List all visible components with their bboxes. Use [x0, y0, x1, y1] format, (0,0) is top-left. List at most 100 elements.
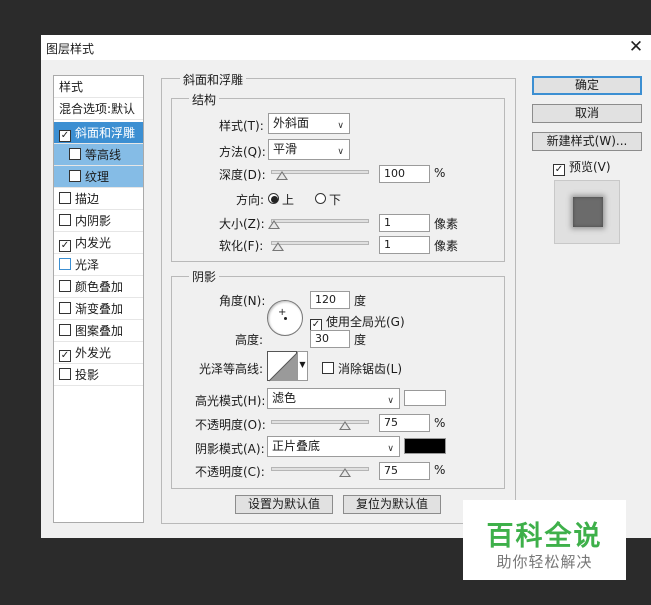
- checkbox-color-overlay[interactable]: [59, 280, 71, 292]
- depth-input[interactable]: 100: [379, 165, 430, 183]
- altitude-unit: 度: [354, 333, 367, 347]
- style-item-inner-glow[interactable]: ✓ 内发光: [54, 232, 143, 254]
- angle-dial[interactable]: +: [267, 300, 303, 336]
- style-item-outer-glow[interactable]: ✓ 外发光: [54, 342, 143, 364]
- style-item-label: 投影: [75, 368, 100, 382]
- shadow-mode-label: 阴影模式(A):: [195, 442, 265, 456]
- highlight-color-swatch[interactable]: [404, 390, 446, 406]
- depth-slider-thumb[interactable]: [276, 171, 288, 180]
- size-slider-thumb[interactable]: [268, 220, 280, 229]
- shadow-color-swatch[interactable]: [404, 438, 446, 454]
- preview-swatch: [573, 197, 603, 227]
- depth-unit: %: [434, 166, 446, 180]
- gloss-contour-icon[interactable]: [267, 351, 298, 382]
- watermark-title: 百科全说: [486, 521, 603, 552]
- size-unit: 像素: [434, 217, 459, 231]
- angle-unit: 度: [354, 294, 367, 308]
- style-item-satin[interactable]: 光泽: [54, 254, 143, 276]
- style-item-drop-shadow[interactable]: 投影: [54, 364, 143, 386]
- new-style-button[interactable]: 新建样式(W)...: [532, 132, 642, 151]
- soften-label: 软化(F):: [219, 239, 264, 253]
- style-item-label: 内阴影: [75, 214, 112, 228]
- style-item-label: 渐变叠加: [75, 302, 124, 316]
- gloss-contour-label: 光泽等高线:: [199, 362, 264, 376]
- shadow-opacity-label: 不透明度(C):: [195, 465, 265, 479]
- style-item-inner-shadow[interactable]: 内阴影: [54, 210, 143, 232]
- style-select-value: 外斜面: [273, 116, 310, 130]
- highlight-opacity-input[interactable]: 75: [379, 414, 430, 432]
- cancel-button[interactable]: 取消: [532, 104, 642, 123]
- checkbox-satin[interactable]: [59, 258, 71, 270]
- angle-input[interactable]: 120: [310, 291, 350, 309]
- preview-checkbox[interactable]: ✓: [553, 164, 565, 176]
- shadow-opacity-thumb[interactable]: [339, 468, 351, 477]
- shadow-mode-select[interactable]: 正片叠底 ∨: [267, 436, 400, 457]
- style-item-label: 图案叠加: [75, 324, 124, 338]
- altitude-input[interactable]: 30: [310, 330, 350, 348]
- anti-alias-checkbox-row[interactable]: 消除锯齿(L): [322, 360, 402, 377]
- checkbox-texture[interactable]: [69, 170, 81, 182]
- blend-options-item[interactable]: 混合选项:默认: [54, 98, 143, 120]
- technique-select-value: 平滑: [273, 142, 298, 156]
- checkbox-bevel[interactable]: ✓: [59, 130, 71, 142]
- technique-label: 方法(Q):: [219, 145, 266, 159]
- soften-slider[interactable]: [271, 241, 369, 245]
- style-item-label: 光泽: [75, 258, 100, 272]
- checkbox-contour[interactable]: [69, 148, 81, 160]
- highlight-opacity-thumb[interactable]: [339, 421, 351, 430]
- anti-alias-checkbox[interactable]: [322, 362, 334, 374]
- preview-checkbox-row[interactable]: ✓ 预览(V): [553, 158, 611, 176]
- highlight-opacity-label: 不透明度(O):: [195, 418, 266, 432]
- size-slider[interactable]: [271, 219, 369, 223]
- checkbox-stroke[interactable]: [59, 192, 71, 204]
- chevron-down-icon: ∨: [337, 121, 344, 131]
- style-list-header[interactable]: 样式: [54, 76, 143, 98]
- style-preview-thumbnail: [554, 180, 620, 244]
- close-icon[interactable]: ✕: [625, 36, 647, 58]
- style-item-label: 斜面和浮雕: [75, 126, 136, 140]
- gloss-contour-dropdown-icon[interactable]: ▼: [297, 351, 308, 381]
- style-item-label: 纹理: [85, 170, 110, 184]
- checkbox-drop-shadow[interactable]: [59, 368, 71, 380]
- style-item-texture[interactable]: 纹理: [54, 166, 143, 188]
- checkbox-outer-glow[interactable]: ✓: [59, 350, 71, 362]
- chevron-down-icon: ∨: [337, 147, 344, 157]
- style-item-color-overlay[interactable]: 颜色叠加: [54, 276, 143, 298]
- checkbox-inner-shadow[interactable]: [59, 214, 71, 226]
- size-input[interactable]: 1: [379, 214, 430, 232]
- checkbox-pattern-overlay[interactable]: [59, 324, 71, 336]
- direction-down-radio[interactable]: [315, 193, 326, 204]
- style-item-label: 描边: [75, 192, 100, 206]
- shadow-opacity-slider[interactable]: [271, 467, 369, 471]
- chevron-down-icon: ∨: [387, 444, 394, 454]
- highlight-mode-value: 滤色: [272, 391, 297, 405]
- anti-alias-label: 消除锯齿(L): [338, 362, 403, 376]
- technique-select[interactable]: 平滑 ∨: [268, 139, 350, 160]
- style-select[interactable]: 外斜面 ∨: [268, 113, 350, 134]
- reset-default-button[interactable]: 复位为默认值: [343, 495, 441, 514]
- soften-input[interactable]: 1: [379, 236, 430, 254]
- watermark-subtitle: 助你轻松解决: [496, 553, 593, 571]
- direction-up-radio[interactable]: [268, 193, 279, 204]
- style-item-gradient-overlay[interactable]: 渐变叠加: [54, 298, 143, 320]
- angle-label: 角度(N):: [219, 294, 266, 308]
- make-default-button[interactable]: 设置为默认值: [235, 495, 333, 514]
- layer-style-dialog: 图层样式 ✕ 样式 混合选项:默认 ✓ 斜面和浮雕 等高线 纹理 描边 内阴影 ✓…: [41, 35, 651, 538]
- checkbox-inner-glow[interactable]: ✓: [59, 240, 71, 252]
- direction-down-label[interactable]: 下: [329, 191, 341, 208]
- shadow-opacity-input[interactable]: 75: [379, 462, 430, 480]
- direction-up-label[interactable]: 上: [282, 191, 294, 208]
- style-item-pattern-overlay[interactable]: 图案叠加: [54, 320, 143, 342]
- depth-label: 深度(D):: [219, 168, 266, 182]
- global-light-checkbox-row[interactable]: ✓ 使用全局光(G): [310, 313, 405, 331]
- style-item-label: 颜色叠加: [75, 280, 124, 294]
- checkbox-gradient-overlay[interactable]: [59, 302, 71, 314]
- highlight-opacity-slider[interactable]: [271, 420, 369, 424]
- soften-slider-thumb[interactable]: [272, 242, 284, 251]
- style-item-bevel[interactable]: ✓ 斜面和浮雕: [54, 122, 143, 144]
- ok-button[interactable]: 确定: [532, 76, 642, 95]
- style-item-contour[interactable]: 等高线: [54, 144, 143, 166]
- highlight-mode-select[interactable]: 滤色 ∨: [267, 388, 400, 409]
- style-label: 样式(T):: [219, 119, 264, 133]
- style-item-stroke[interactable]: 描边: [54, 188, 143, 210]
